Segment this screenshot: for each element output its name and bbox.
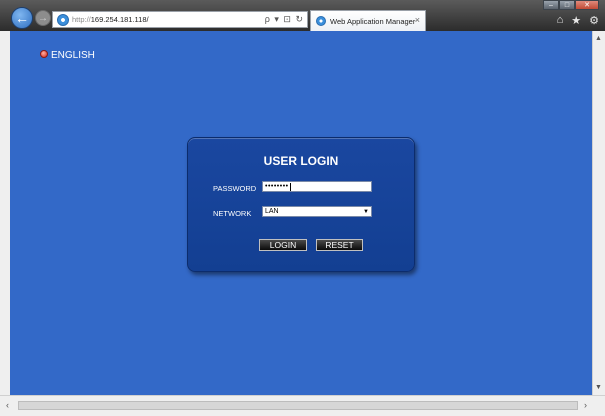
network-selected-value: LAN	[265, 208, 279, 215]
login-button[interactable]: LOGIN	[259, 239, 307, 251]
password-value: ••••••••	[265, 183, 289, 190]
ie-tab-icon	[316, 16, 326, 26]
back-arrow-icon[interactable]: ←	[11, 7, 33, 29]
address-tools-icons[interactable]: ρ ▾ ⊡ ↻	[265, 14, 304, 25]
maximize-button[interactable]: □	[559, 0, 575, 10]
scroll-left-icon[interactable]: ‹	[6, 400, 9, 410]
reset-button[interactable]: RESET	[316, 239, 363, 251]
minimize-button[interactable]: –	[543, 0, 559, 10]
scroll-down-icon[interactable]: ▼	[595, 384, 602, 391]
language-label[interactable]: ENGLISH	[51, 50, 95, 61]
text-caret	[289, 182, 291, 191]
window-controls: – □ ✕	[543, 0, 599, 10]
scroll-up-icon[interactable]: ▲	[595, 35, 602, 42]
gear-icon[interactable]: ⚙	[589, 14, 599, 27]
chevron-down-icon[interactable]: ▼	[362, 208, 370, 216]
language-selector[interactable]: ENGLISH	[40, 49, 95, 61]
url-host: 169.254.181.118/	[90, 15, 149, 24]
left-frame-edge	[0, 31, 10, 395]
browser-toolbar-icons: ⌂ ★ ⚙	[557, 14, 599, 27]
horizontal-scroll-thumb[interactable]	[18, 401, 578, 410]
red-bullet-icon	[40, 49, 48, 58]
horizontal-scrollbar[interactable]: ‹ ›	[0, 395, 605, 416]
favorites-star-icon[interactable]: ★	[571, 14, 581, 27]
forward-arrow-icon[interactable]: →	[35, 10, 51, 26]
ie-page-icon	[57, 13, 69, 26]
vertical-scrollbar[interactable]: ▲ ▼	[592, 31, 605, 395]
page-content: ENGLISH USER LOGIN PASSWORD •••••••• NET…	[10, 31, 592, 395]
scroll-right-icon[interactable]: ›	[584, 400, 587, 410]
tab-web-application-manager[interactable]: Web Application Manager ×	[310, 10, 426, 31]
login-panel: USER LOGIN PASSWORD •••••••• NETWORK LAN…	[187, 137, 415, 272]
tab-close-icon[interactable]: ×	[415, 15, 420, 25]
home-icon[interactable]: ⌂	[557, 14, 564, 27]
password-label: PASSWORD	[213, 184, 257, 193]
network-label: NETWORK	[213, 209, 252, 218]
close-window-button[interactable]: ✕	[575, 0, 599, 10]
network-select[interactable]: LAN ▼	[262, 206, 372, 217]
browser-chrome: ← → http:// 169.254.181.118/ ρ ▾ ⊡ ↻ Web…	[0, 0, 605, 31]
login-title: USER LOGIN	[263, 154, 339, 168]
password-field[interactable]: ••••••••	[262, 181, 372, 192]
tab-title: Web Application Manager	[330, 16, 416, 26]
address-bar[interactable]: http:// 169.254.181.118/ ρ ▾ ⊡ ↻	[52, 11, 308, 28]
url-scheme: http://	[72, 15, 91, 24]
